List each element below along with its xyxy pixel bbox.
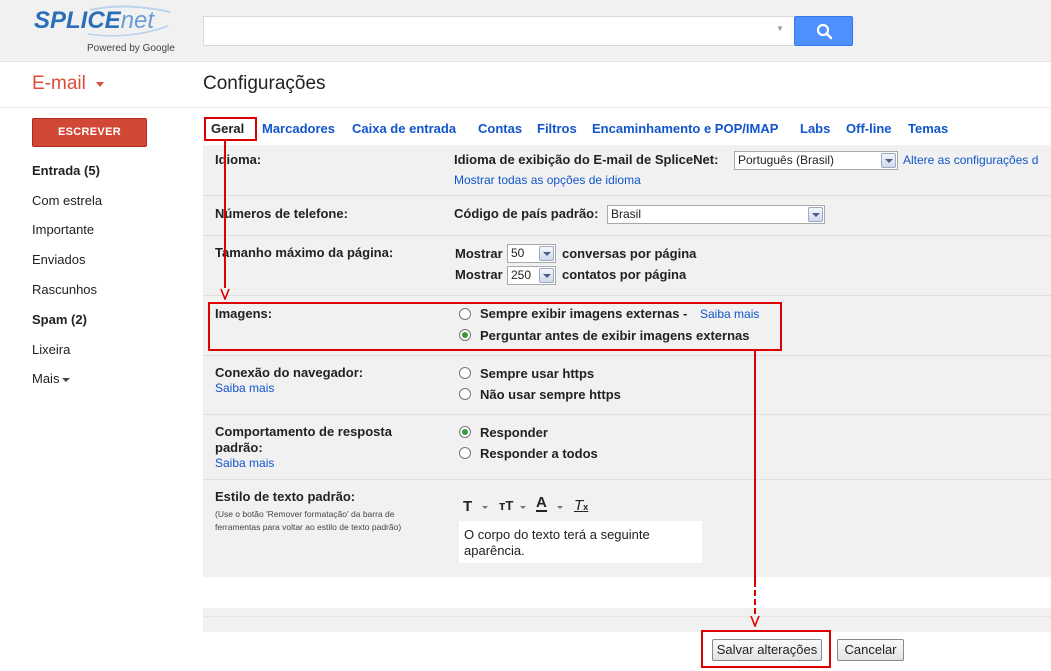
contacts-per-page-value: 250 bbox=[511, 268, 532, 282]
sidebar-item-trash[interactable]: Lixeira bbox=[32, 342, 70, 357]
tab-filters[interactable]: Filtros bbox=[537, 121, 577, 136]
tab-offline[interactable]: Off-line bbox=[846, 121, 892, 136]
annotation-box-images bbox=[208, 302, 782, 351]
search-icon bbox=[816, 23, 833, 40]
language-select-value: Português (Brasil) bbox=[738, 153, 835, 167]
sidebar-item-inbox[interactable]: Entrada (5) bbox=[32, 163, 100, 178]
country-code-select[interactable]: Brasil bbox=[607, 205, 825, 224]
conversations-per-page-label: conversas por página bbox=[562, 246, 697, 261]
chevron-down-icon[interactable] bbox=[557, 506, 563, 509]
page-title: Configurações bbox=[203, 73, 326, 94]
text-style-hint: (Use o botão 'Remover formatação' da bar… bbox=[215, 509, 395, 519]
reply-label[interactable]: Responder bbox=[480, 425, 548, 440]
cancel-button[interactable]: Cancelar bbox=[837, 639, 904, 661]
footer-spacer bbox=[203, 616, 1051, 632]
row-divider bbox=[203, 479, 1051, 480]
language-select[interactable]: Português (Brasil) bbox=[734, 151, 898, 170]
browser-connection-label: Conexão do navegador: bbox=[215, 365, 364, 380]
annotation-dashed-line bbox=[754, 581, 756, 615]
sidebar-item-more[interactable]: Mais bbox=[32, 371, 71, 386]
max-page-size-label: Tamanho máximo da página: bbox=[215, 245, 394, 260]
row-divider bbox=[203, 355, 1051, 356]
display-language-label: Idioma de exibição do E-mail de SpliceNe… bbox=[454, 152, 719, 167]
show-label: Mostrar bbox=[455, 246, 503, 261]
conversations-per-page-select[interactable]: 50 bbox=[507, 244, 556, 263]
font-family-icon[interactable]: T bbox=[463, 498, 472, 515]
always-https-label[interactable]: Sempre usar https bbox=[480, 366, 594, 381]
compose-button[interactable]: ESCREVER bbox=[32, 118, 147, 147]
sidebar-item-important[interactable]: Importante bbox=[32, 222, 94, 237]
chevron-down-icon[interactable] bbox=[482, 506, 488, 509]
always-https-radio[interactable] bbox=[459, 367, 471, 379]
app-switcher-label[interactable]: E-mail bbox=[32, 73, 86, 95]
preview-line1: O corpo do texto terá a seguinte bbox=[464, 527, 650, 542]
tab-labels[interactable]: Marcadores bbox=[262, 121, 335, 136]
font-size-icon[interactable]: ᴛT bbox=[499, 498, 513, 513]
annotation-box-save bbox=[701, 630, 831, 668]
chevron-down-icon[interactable] bbox=[520, 506, 526, 509]
reply-behavior-learn-more-link[interactable]: Saiba mais bbox=[215, 456, 274, 470]
search-button[interactable] bbox=[794, 16, 853, 46]
tab-accounts[interactable]: Contas bbox=[478, 121, 522, 136]
logo[interactable]: SPLICEnet bbox=[34, 7, 154, 35]
remove-formatting-icon[interactable]: Tx bbox=[574, 497, 588, 514]
search-dropdown-icon[interactable]: ▼ bbox=[776, 24, 784, 33]
not-always-https-label[interactable]: Não usar sempre https bbox=[480, 387, 621, 402]
not-always-https-radio[interactable] bbox=[459, 388, 471, 400]
annotation-arrow-icon bbox=[750, 615, 760, 627]
row-divider bbox=[203, 195, 1051, 196]
tab-themes[interactable]: Temas bbox=[908, 121, 948, 136]
show-all-language-options-link[interactable]: Mostrar todas as opções de idioma bbox=[454, 173, 641, 187]
chevron-down-icon bbox=[808, 207, 823, 222]
sidebar-item-sent[interactable]: Enviados bbox=[32, 252, 85, 267]
logo-brand-main: SPLICE bbox=[34, 7, 121, 34]
change-settings-link[interactable]: Altere as configurações d bbox=[903, 153, 1038, 167]
text-style-preview: O corpo do texto terá a seguinte aparênc… bbox=[459, 521, 702, 563]
country-code-value: Brasil bbox=[611, 207, 642, 221]
sidebar-item-starred[interactable]: Com estrela bbox=[32, 193, 102, 208]
header-divider bbox=[0, 107, 1051, 108]
contacts-per-page-select[interactable]: 250 bbox=[507, 266, 556, 285]
reply-all-radio[interactable] bbox=[459, 447, 471, 459]
footer-spacer bbox=[203, 608, 1051, 616]
reply-radio[interactable] bbox=[459, 426, 471, 438]
country-code-label: Código de país padrão: bbox=[454, 206, 599, 221]
logo-brand-thin: net bbox=[120, 7, 155, 34]
chevron-down-icon bbox=[539, 246, 554, 261]
chevron-down-icon bbox=[539, 268, 554, 283]
sidebar-item-drafts[interactable]: Rascunhos bbox=[32, 282, 97, 297]
row-divider bbox=[203, 235, 1051, 236]
phone-numbers-label: Números de telefone: bbox=[215, 206, 348, 221]
reply-behavior-label-line2: padrão: bbox=[215, 440, 263, 455]
show-label: Mostrar bbox=[455, 267, 503, 282]
chevron-down-icon bbox=[62, 377, 71, 382]
language-label: Idioma: bbox=[215, 152, 262, 167]
preview-line2: aparência. bbox=[464, 543, 525, 558]
contacts-per-page-label: contatos por página bbox=[562, 267, 687, 282]
annotation-line bbox=[224, 141, 226, 288]
chevron-down-icon[interactable] bbox=[96, 82, 104, 87]
text-color-icon[interactable]: A bbox=[536, 495, 547, 512]
reply-behavior-label: Comportamento de resposta bbox=[215, 424, 392, 439]
annotation-line bbox=[754, 351, 756, 581]
tab-inbox[interactable]: Caixa de entrada bbox=[352, 121, 456, 136]
sidebar-item-more-label: Mais bbox=[32, 371, 60, 386]
reply-all-label[interactable]: Responder a todos bbox=[480, 446, 598, 461]
text-style-hint-line2: ferramentas para voltar ao estilo de tex… bbox=[215, 522, 402, 532]
sidebar-item-spam[interactable]: Spam (2) bbox=[32, 312, 87, 327]
tab-forwarding-pop-imap[interactable]: Encaminhamento e POP/IMAP bbox=[592, 121, 778, 136]
row-divider bbox=[203, 414, 1051, 415]
annotation-arrow-icon bbox=[220, 288, 230, 300]
browser-connection-learn-more-link[interactable]: Saiba mais bbox=[215, 381, 274, 395]
search-input[interactable] bbox=[203, 16, 794, 46]
chevron-down-icon bbox=[881, 153, 896, 168]
default-text-style-label: Estilo de texto padrão: bbox=[215, 489, 356, 504]
powered-by-label: Powered by Google bbox=[87, 43, 175, 54]
annotation-box-general-tab bbox=[204, 117, 257, 141]
conversations-per-page-value: 50 bbox=[511, 246, 525, 260]
row-divider bbox=[203, 295, 1051, 296]
tab-labs[interactable]: Labs bbox=[800, 121, 830, 136]
